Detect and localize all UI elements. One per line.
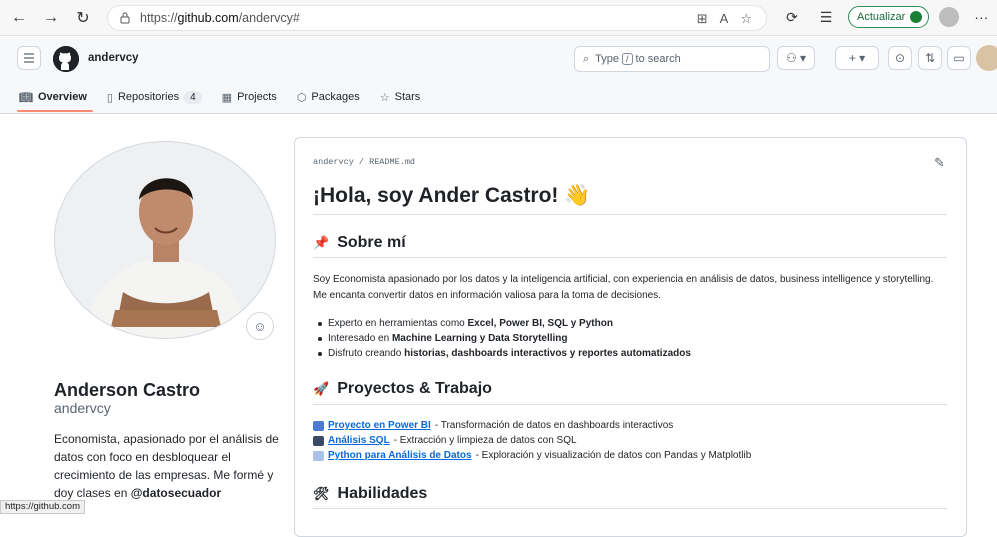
inbox-icon: ▭ (953, 51, 965, 65)
skills-heading: 🛠 Habilidades (313, 485, 427, 503)
tab-label: Stars (394, 91, 421, 103)
app-grid-icon[interactable]: ⊞ (697, 11, 708, 27)
plus-icon: + (848, 51, 856, 65)
star-icon: ☆ (379, 91, 390, 104)
pull-request-icon: ⇅ (924, 51, 936, 65)
issue-circle-icon: ⊙ (894, 51, 906, 65)
book-icon: 📖︎ (19, 91, 33, 104)
update-label: Actualizar (857, 11, 906, 23)
package-icon: ⬡ (296, 91, 307, 104)
status-bar-url: https://github.com (0, 500, 85, 514)
tab-repositories[interactable]: ▯ Repositories 4 (107, 86, 202, 108)
profile-tabs: 📖︎ Overview ▯ Repositories 4 ▦ Projects … (19, 86, 420, 108)
divider (313, 214, 947, 215)
pull-requests-button[interactable]: ⇅ (918, 46, 942, 70)
more-menu-icon[interactable]: ··· (969, 5, 993, 29)
projects-heading: 🚀 Proyectos & Trabajo (313, 380, 492, 398)
extensions-icon[interactable]: ⟳ (780, 5, 804, 29)
project-desc: - Extracción y limpieza de datos con SQL (393, 435, 577, 446)
search-placeholder-post: to search (635, 53, 681, 65)
read-aloud-icon[interactable]: A (720, 11, 729, 27)
database-icon (313, 435, 324, 446)
tab-label: Packages (311, 91, 360, 103)
hamburger-menu-icon[interactable] (17, 46, 41, 70)
back-arrow-icon[interactable]: ← (6, 5, 32, 31)
forward-arrow-icon[interactable]: → (38, 5, 64, 31)
url-domain: github.com (177, 11, 239, 25)
project-link-powerbi[interactable]: Proyecto en Power BI (328, 418, 431, 433)
search-placeholder-pre: Type (595, 53, 620, 65)
about-heading-text: Sobre mí (337, 234, 406, 251)
search-input[interactable]: ⌕ Type / to search (574, 46, 770, 72)
list-item: Disfruto creando historias, dashboards i… (318, 346, 691, 361)
readme-title-text: ¡Hola, soy Ander Castro! (313, 184, 559, 207)
tab-label: Projects (237, 91, 277, 103)
tab-label: Overview (37, 91, 87, 103)
profile-bio: Economista, apasionado por el análisis d… (54, 430, 279, 502)
profile-login: andervcy (54, 400, 111, 416)
skills-bullet-list: Experto en herramientas como Excel, Powe… (318, 316, 691, 361)
divider (313, 508, 947, 509)
profile-avatar[interactable] (54, 141, 276, 339)
edit-pencil-icon[interactable]: ✎ (934, 155, 945, 171)
list-item: Experto en herramientas como Excel, Powe… (318, 316, 691, 331)
list-item: Proyecto en Power BI - Transformación de… (313, 418, 751, 433)
readme-title: ¡Hola, soy Ander Castro! 👋 (313, 184, 590, 208)
active-tab-indicator (17, 110, 93, 112)
repo-icon: ▯ (106, 91, 113, 104)
bar-chart-icon (313, 420, 324, 431)
bio-org-link[interactable]: @datosecuador (131, 486, 221, 500)
address-bar[interactable]: https://github.com/andervcy# ⊞ A ☆ (107, 5, 767, 31)
reload-icon[interactable]: ↻ (70, 5, 96, 31)
create-new-button[interactable]: + ▾ (835, 46, 879, 70)
list-item: Python para Análisis de Datos - Explorac… (313, 448, 751, 463)
project-desc: - Exploración y visualización de datos c… (475, 450, 752, 461)
list-item: Análisis SQL - Extracción y limpieza de … (313, 433, 751, 448)
about-paragraph: Soy Economista apasionado por los datos … (313, 274, 934, 301)
lock-icon (120, 12, 130, 24)
browser-profile-avatar[interactable] (939, 7, 960, 27)
search-shortcut-key: / (622, 53, 633, 65)
readme-breadcrumb[interactable]: andervcy / README.md (313, 157, 415, 167)
tab-stars[interactable]: ☆ Stars (380, 86, 421, 108)
url-path: /andervcy# (238, 11, 300, 25)
github-header: andervcy ⌕ Type / to search ⚇ ▾ + ▾ ⊙ ⇅ … (0, 36, 997, 114)
tab-packages[interactable]: ⬡ Packages (297, 86, 360, 108)
project-desc: - Transformación de datos en dashboards … (434, 420, 674, 431)
list-item: Interesado en Machine Learning y Data St… (318, 331, 691, 346)
rocket-icon: 🚀 (313, 381, 330, 396)
pushpin-icon: 📌 (313, 235, 330, 250)
tab-overview[interactable]: 📖︎ Overview (19, 86, 87, 108)
project-link-sql[interactable]: Análisis SQL (328, 433, 390, 448)
divider (313, 257, 947, 258)
repo-count-badge: 4 (184, 90, 202, 104)
skills-heading-text: Habilidades (337, 485, 428, 502)
url-prefix: https:// (140, 11, 178, 25)
tools-icon: 🛠 (313, 486, 330, 501)
update-button[interactable]: Actualizar (848, 6, 930, 28)
waving-hand-icon: 👋 (564, 184, 591, 207)
profile-fullname: Anderson Castro (54, 380, 201, 400)
header-username[interactable]: andervcy (88, 52, 139, 64)
project-link-python[interactable]: Python para Análisis de Datos (328, 448, 472, 463)
divider (313, 404, 947, 405)
inbox-button[interactable]: ▭ (947, 46, 971, 70)
projects-list: Proyecto en Power BI - Transformación de… (313, 418, 751, 463)
set-status-smiley-icon[interactable]: ☺ (246, 312, 274, 340)
tab-label: Repositories (117, 91, 180, 103)
user-avatar[interactable] (976, 45, 997, 71)
search-icon: ⌕ (583, 52, 590, 65)
github-logo-icon[interactable] (53, 46, 79, 72)
chart-up-icon (313, 450, 324, 461)
update-badge-icon (910, 11, 923, 23)
table-icon: ▦ (221, 91, 233, 104)
copilot-icon: ⚇ (785, 51, 797, 65)
about-heading: 📌 Sobre mí (313, 234, 406, 252)
favorites-list-icon[interactable]: ☰ (814, 5, 838, 29)
issues-button[interactable]: ⊙ (888, 46, 912, 70)
favorite-star-icon[interactable]: ☆ (740, 11, 752, 27)
projects-heading-text: Proyectos & Trabajo (337, 380, 492, 397)
copilot-button[interactable]: ⚇ ▾ (777, 46, 815, 70)
tab-projects[interactable]: ▦ Projects (222, 86, 277, 108)
